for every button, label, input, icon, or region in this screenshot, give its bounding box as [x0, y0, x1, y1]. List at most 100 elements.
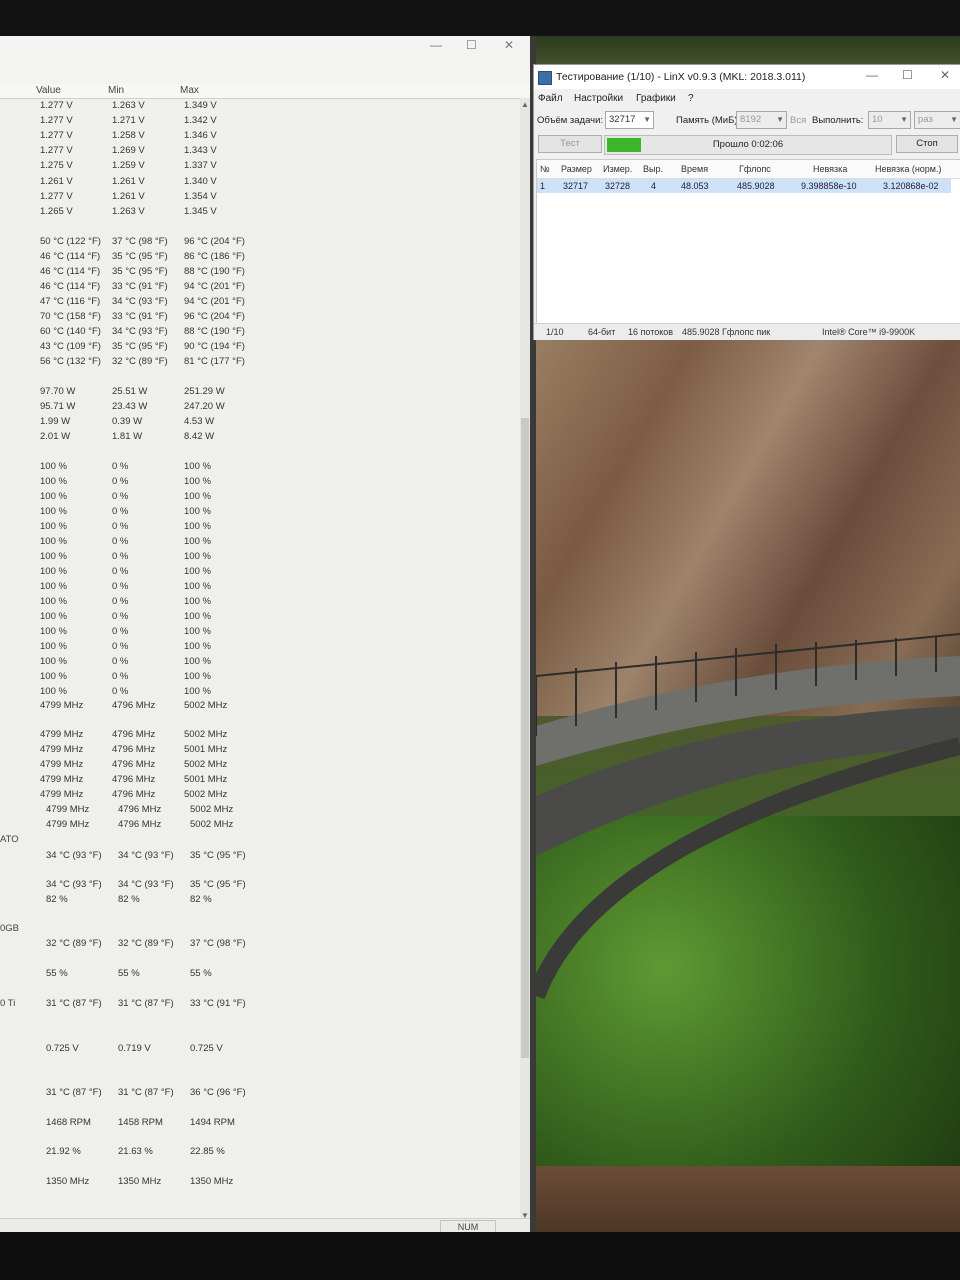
table-row[interactable]: 97.70 W 25.51 W 251.29 W	[0, 386, 520, 400]
table-row[interactable]: 21.92 % 21.63 % 22.85 %	[0, 1146, 520, 1160]
table-row[interactable]: 1.261 V 1.261 V 1.340 V	[0, 176, 520, 190]
table-row[interactable]: 100 % 0 % 100 %	[0, 566, 520, 580]
menu-graphs[interactable]: Графики	[636, 93, 676, 104]
column-value[interactable]: Value	[36, 85, 61, 96]
chevron-down-icon[interactable]: ▼	[776, 112, 784, 128]
table-row[interactable]: 100 % 0 % 100 %	[0, 536, 520, 550]
table-row[interactable]: 100 % 0 % 100 %	[0, 596, 520, 610]
sensor-min: 0 %	[112, 551, 129, 562]
run-count-field[interactable]: 10 ▼	[868, 111, 911, 129]
maximize-icon[interactable]: ☐	[466, 38, 477, 52]
table-row[interactable]: 46 °C (114 °F) 33 °C (91 °F) 94 °C (201 °F…	[0, 281, 520, 295]
col-dimension[interactable]: Измер.	[603, 164, 632, 174]
table-row[interactable]: 100 % 0 % 100 %	[0, 671, 520, 685]
col-gflops[interactable]: Гфлопс	[739, 164, 771, 174]
table-row[interactable]: 2.01 W 1.81 W 8.42 W	[0, 431, 520, 445]
table-row[interactable]: 1.277 V 1.261 V 1.354 V	[0, 191, 520, 205]
table-row[interactable]: 100 % 0 % 100 %	[0, 686, 520, 700]
table-row[interactable]: 46 °C (114 °F) 35 °C (95 °F) 88 °C (190 °F…	[0, 266, 520, 280]
table-row[interactable]: 1.277 V 1.271 V 1.342 V	[0, 115, 520, 129]
table-row[interactable]: 0GB	[0, 923, 520, 937]
table-row[interactable]: ATO	[0, 834, 520, 848]
table-row[interactable]: 47 °C (116 °F) 34 °C (93 °F) 94 °C (201 °F…	[0, 296, 520, 310]
table-row[interactable]: 46 °C (114 °F) 35 °C (95 °F) 86 °C (186 °F…	[0, 251, 520, 265]
run-unit-select[interactable]: раз ▼	[914, 111, 960, 129]
chevron-down-icon[interactable]: ▼	[900, 112, 908, 128]
table-row[interactable]: 100 % 0 % 100 %	[0, 656, 520, 670]
chevron-down-icon[interactable]: ▼	[950, 112, 958, 128]
table-row[interactable]: 4799 MHz 4796 MHz 5002 MHz	[0, 759, 520, 773]
table-row[interactable]: 82 % 82 % 82 %	[0, 894, 520, 908]
table-row[interactable]: 100 % 0 % 100 %	[0, 641, 520, 655]
table-row[interactable]: 1.265 V 1.263 V 1.345 V	[0, 206, 520, 220]
table-row[interactable]: 1350 MHz 1350 MHz 1350 MHz	[0, 1176, 520, 1190]
sensor-value: 34 °C (93 °F)	[46, 850, 102, 861]
table-row[interactable]: 1 32717 32728 4 48.053 485.9028 9.398858…	[537, 179, 951, 193]
menu-settings[interactable]: Настройки	[574, 93, 623, 104]
table-row[interactable]: 34 °C (93 °F) 34 °C (93 °F) 35 °C (95 °F)	[0, 879, 520, 893]
table-row[interactable]: 31 °C (87 °F) 31 °C (87 °F) 36 °C (96 °F)	[0, 1087, 520, 1101]
maximize-icon[interactable]: ☐	[902, 68, 913, 82]
table-row[interactable]: 56 °C (132 °F) 32 °C (89 °F) 81 °C (177 °F…	[0, 356, 520, 370]
vertical-scrollbar[interactable]: ▲ ▼	[520, 98, 530, 1222]
table-row[interactable]: 0 Ti 31 °C (87 °F) 31 °C (87 °F) 33 °C (91 …	[0, 998, 520, 1012]
menu-file[interactable]: Файл	[538, 93, 563, 104]
table-row[interactable]: 100 % 0 % 100 %	[0, 626, 520, 640]
problem-size-field[interactable]: 32717 ▼	[605, 111, 654, 129]
col-time[interactable]: Время	[681, 164, 708, 174]
column-max[interactable]: Max	[180, 85, 199, 96]
table-row[interactable]: 100 % 0 % 100 %	[0, 611, 520, 625]
table-row[interactable]: 4799 MHz 4796 MHz 5002 MHz	[0, 819, 520, 833]
sensor-min: 1.271 V	[112, 115, 145, 126]
table-row[interactable]: 1468 RPM 1458 RPM 1494 RPM	[0, 1117, 520, 1131]
table-row[interactable]: 55 % 55 % 55 %	[0, 968, 520, 982]
sensor-min: 4796 MHz	[112, 774, 156, 785]
column-min[interactable]: Min	[108, 85, 124, 96]
table-row[interactable]: 43 °C (109 °F) 35 °C (95 °F) 90 °C (194 °F…	[0, 341, 520, 355]
table-row[interactable]: 1.277 V 1.258 V 1.346 V	[0, 130, 520, 144]
menu-help[interactable]: ?	[688, 93, 694, 104]
close-icon[interactable]: ✕	[504, 38, 514, 52]
scrollbar-thumb[interactable]	[521, 418, 529, 1058]
table-row[interactable]: 4799 MHz 4796 MHz 5001 MHz	[0, 774, 520, 788]
table-row[interactable]: 4799 MHz 4796 MHz 5002 MHz	[0, 804, 520, 818]
table-row[interactable]: 4799 MHz 4796 MHz 5002 MHz	[0, 729, 520, 743]
table-row[interactable]: 100 % 0 % 100 %	[0, 461, 520, 475]
chevron-down-icon[interactable]: ▼	[643, 112, 651, 128]
col-alignment[interactable]: Выр.	[643, 164, 663, 174]
table-row[interactable]: 100 % 0 % 100 %	[0, 551, 520, 565]
table-row[interactable]: 100 % 0 % 100 %	[0, 581, 520, 595]
minimize-icon[interactable]: —	[430, 38, 442, 52]
table-row[interactable]: 34 °C (93 °F) 34 °C (93 °F) 35 °C (95 °F)	[0, 850, 520, 864]
table-row[interactable]: 1.277 V 1.263 V 1.349 V	[0, 100, 520, 114]
close-icon[interactable]: ✕	[940, 68, 950, 82]
table-row[interactable]: 1.275 V 1.259 V 1.337 V	[0, 160, 520, 174]
table-row[interactable]: 4799 MHz 4796 MHz 5002 MHz	[0, 700, 520, 714]
table-row[interactable]: 50 °C (122 °F) 37 °C (98 °F) 96 °C (204 °F…	[0, 236, 520, 250]
sensor-value: 46 °C (114 °F)	[40, 266, 101, 277]
table-row[interactable]: 1.99 W 0.39 W 4.53 W	[0, 416, 520, 430]
sensor-value: 100 %	[40, 581, 67, 592]
table-row[interactable]: 1.277 V 1.269 V 1.343 V	[0, 145, 520, 159]
stop-button[interactable]: Стоп	[896, 135, 958, 153]
scroll-up-icon[interactable]: ▲	[521, 100, 529, 109]
table-row[interactable]: 95.71 W 23.43 W 247.20 W	[0, 401, 520, 415]
col-residual-norm[interactable]: Невязка (норм.)	[875, 164, 942, 174]
table-row[interactable]: 4799 MHz 4796 MHz 5002 MHz	[0, 789, 520, 803]
table-row[interactable]: 70 °C (158 °F) 33 °C (91 °F) 96 °C (204 °F…	[0, 311, 520, 325]
col-residual[interactable]: Невязка	[813, 164, 847, 174]
table-row[interactable]: 100 % 0 % 100 %	[0, 476, 520, 490]
table-row[interactable]: 4799 MHz 4796 MHz 5001 MHz	[0, 744, 520, 758]
table-row[interactable]: 100 % 0 % 100 %	[0, 506, 520, 520]
table-row[interactable]: 100 % 0 % 100 %	[0, 521, 520, 535]
all-memory-checkbox[interactable]: Вся	[790, 115, 806, 126]
test-button[interactable]: Тест	[538, 135, 602, 153]
table-row[interactable]: 100 % 0 % 100 %	[0, 491, 520, 505]
minimize-icon[interactable]: —	[866, 68, 878, 82]
table-row[interactable]: 32 °C (89 °F) 32 °C (89 °F) 37 °C (98 °F)	[0, 938, 520, 952]
col-number[interactable]: №	[540, 164, 550, 174]
memory-field[interactable]: 8192 ▼	[736, 111, 787, 129]
table-row[interactable]: 0.725 V 0.719 V 0.725 V	[0, 1043, 520, 1057]
table-row[interactable]: 60 °C (140 °F) 34 °C (93 °F) 88 °C (190 °F…	[0, 326, 520, 340]
col-size[interactable]: Размер	[561, 164, 592, 174]
